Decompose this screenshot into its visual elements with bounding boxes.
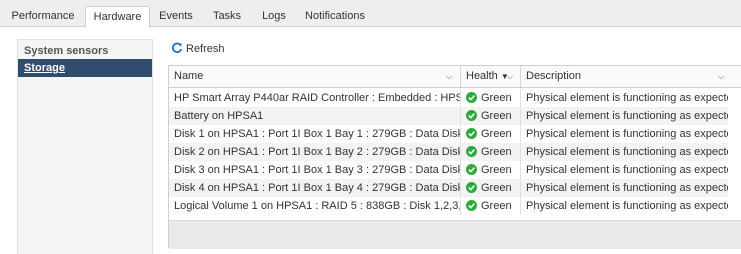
column-header-description-label: Description — [526, 70, 582, 82]
tab-hardware[interactable]: Hardware — [85, 6, 150, 28]
storage-grid: Name ⌵ Health ▼ ⌵ Description ⌵ HP Smart… — [168, 65, 741, 249]
table-row[interactable]: HP Smart Array P440ar RAID Controller : … — [169, 89, 728, 107]
grid-footer — [169, 220, 741, 249]
cell-health: Green — [461, 161, 521, 179]
cell-health: Green — [461, 89, 521, 107]
cell-health: Green — [461, 107, 521, 125]
cell-description: Physical element is functioning as expec… — [526, 128, 728, 140]
cell-health: Green — [461, 125, 521, 143]
status-ok-icon — [466, 164, 477, 175]
cell-name: Battery on HPSA1 — [169, 107, 461, 125]
sidebar-item-system-sensors[interactable]: System sensors — [18, 42, 152, 60]
tab-events[interactable]: Events — [154, 6, 198, 27]
table-row[interactable]: Disk 4 on HPSA1 : Port 1I Box 1 Bay 4 : … — [169, 179, 728, 197]
health-label: Green — [481, 128, 512, 140]
cell-name: Disk 4 on HPSA1 : Port 1I Box 1 Bay 4 : … — [169, 179, 461, 197]
chevron-down-icon[interactable]: ⌵ — [718, 66, 724, 87]
table-row[interactable]: Disk 1 on HPSA1 : Port 1I Box 1 Bay 1 : … — [169, 125, 728, 143]
cell-name: Disk 2 on HPSA1 : Port 1I Box 1 Bay 2 : … — [169, 143, 461, 161]
cell-description: Physical element is functioning as expec… — [526, 146, 728, 158]
cell-health: Green — [461, 197, 521, 215]
column-header-health-label: Health — [466, 70, 498, 82]
status-ok-icon — [466, 200, 477, 211]
chevron-down-icon[interactable]: ⌵ — [507, 66, 513, 87]
health-label: Green — [481, 182, 512, 194]
refresh-button[interactable]: Refresh — [171, 42, 225, 56]
status-ok-icon — [466, 92, 477, 103]
cell-description: Physical element is functioning as expec… — [526, 182, 728, 194]
column-header-description[interactable]: Description ⌵ — [521, 66, 741, 87]
status-ok-icon — [466, 110, 477, 121]
column-header-name[interactable]: Name ⌵ — [169, 66, 461, 87]
cell-description: Physical element is functioning as expec… — [526, 200, 728, 212]
health-label: Green — [481, 110, 512, 122]
cell-name: Logical Volume 1 on HPSA1 : RAID 5 : 838… — [169, 197, 461, 215]
refresh-icon — [172, 42, 183, 53]
column-header-health[interactable]: Health ▼ ⌵ — [461, 66, 521, 87]
cell-name: HP Smart Array P440ar RAID Controller : … — [169, 89, 461, 107]
table-row[interactable]: Battery on HPSA1 Green Physical element is… — [169, 107, 728, 125]
tab-bar: Performance Hardware Events Tasks Logs N… — [0, 0, 741, 28]
sidebar: System sensors Storage — [17, 39, 153, 254]
cell-name: Disk 1 on HPSA1 : Port 1I Box 1 Bay 1 : … — [169, 125, 461, 143]
tab-logs[interactable]: Logs — [256, 6, 292, 27]
cell-health: Green — [461, 179, 521, 197]
cell-description: Physical element is functioning as expec… — [526, 110, 728, 122]
cell-name: Disk 3 on HPSA1 : Port 1I Box 1 Bay 3 : … — [169, 161, 461, 179]
tab-notifications[interactable]: Notifications — [302, 6, 368, 27]
status-ok-icon — [466, 182, 477, 193]
table-row[interactable]: Disk 2 on HPSA1 : Port 1I Box 1 Bay 2 : … — [169, 143, 728, 161]
tab-performance[interactable]: Performance — [9, 6, 77, 27]
status-ok-icon — [466, 146, 477, 157]
column-header-name-label: Name — [174, 70, 204, 82]
health-label: Green — [481, 200, 512, 212]
health-label: Green — [481, 92, 512, 104]
status-ok-icon — [466, 128, 477, 139]
health-label: Green — [481, 164, 512, 176]
cell-health: Green — [461, 143, 521, 161]
tab-tasks[interactable]: Tasks — [208, 6, 246, 27]
cell-description: Physical element is functioning as expec… — [526, 164, 728, 176]
cell-description: Physical element is functioning as expec… — [526, 92, 728, 104]
refresh-label: Refresh — [186, 43, 225, 55]
health-label: Green — [481, 146, 512, 158]
table-row[interactable]: Disk 3 on HPSA1 : Port 1I Box 1 Bay 3 : … — [169, 161, 728, 179]
sidebar-item-storage[interactable]: Storage — [18, 59, 152, 77]
table-row[interactable]: Logical Volume 1 on HPSA1 : RAID 5 : 838… — [169, 197, 728, 215]
chevron-down-icon[interactable]: ⌵ — [446, 66, 452, 87]
grid-header: Name ⌵ Health ▼ ⌵ Description ⌵ — [169, 66, 741, 88]
